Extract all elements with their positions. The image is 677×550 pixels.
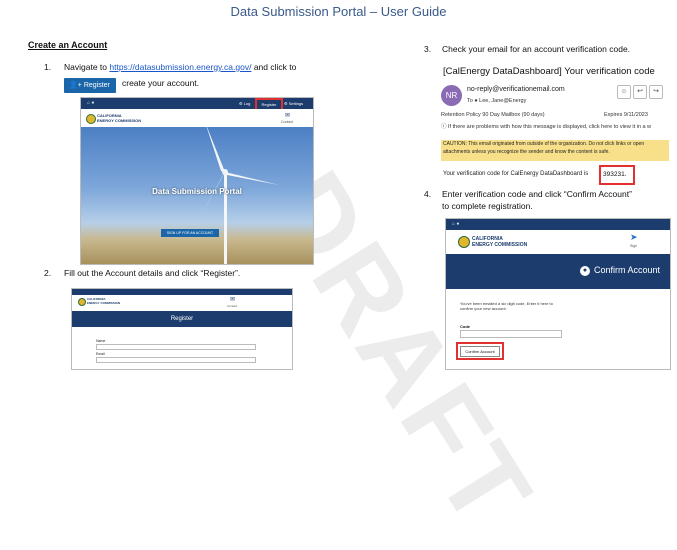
step-1-prefix: Navigate to [64, 62, 107, 72]
cec-seal-icon [458, 236, 470, 248]
register-form-screenshot: CALIFORNIA ENERGY COMMISSION ✉ Contact R… [71, 288, 293, 370]
cec-seal-icon [86, 114, 96, 124]
step-4-number: 4. [424, 189, 432, 199]
caution-line-2: attachments unless you recognize the sen… [443, 149, 610, 155]
register-button-image: 👤+ Register [64, 78, 116, 93]
caution-line-1: CAUTION: This email originated from outs… [443, 141, 645, 147]
nav-settings: ⚙ Settings [284, 101, 304, 106]
code-prefix: Your verification code for CalEnergy Dat… [443, 171, 589, 177]
step-4-text-line-1: Enter verification code and click “Confi… [442, 189, 632, 199]
code-label: Code [460, 324, 470, 329]
step-2-text: Fill out the Account details and click “… [64, 268, 241, 278]
email-subject: [CalEnergy DataDashboard] Your verificat… [443, 66, 655, 77]
hero-title: Data Submission Portal [152, 187, 242, 196]
top-nav-bar: ⌂ ● ⚙ Log Register ⚙ Settings [81, 98, 313, 111]
nav-register: Register [261, 102, 277, 107]
cec-seal-icon [78, 298, 86, 306]
verification-code-line: Your verification code for CalEnergy Dat… [443, 171, 588, 177]
name-field [96, 344, 256, 350]
nav-login: ⚙ Log [239, 101, 251, 106]
home-icon: ⌂ ● [452, 221, 460, 227]
contact-icon: ✉ [230, 297, 236, 303]
signup-button: SIGN UP FOR AN ACCOUNT [161, 229, 219, 237]
step-4-text-line-2: to complete registration. [442, 201, 533, 211]
email-to: To ● Lee, Jane@Energy [467, 98, 527, 104]
confirm-account-header: Confirm Account [594, 265, 661, 275]
step-1-continuation: create your account. [122, 78, 200, 88]
code-highlight: 393231. [599, 165, 635, 185]
step-1-suffix: and click to [253, 62, 297, 72]
code-sent-line-2: confirm your new account. [460, 306, 507, 311]
display-problem-notice: ⓘ If there are problems with how this me… [441, 124, 652, 130]
step-3-text: Check your email for an account verifica… [442, 44, 631, 54]
register-button-label: Register [83, 82, 110, 89]
top-nav-bar [72, 289, 292, 295]
expires-date: Expires 9/11/2023 [604, 112, 648, 118]
user-icon: ● [580, 266, 590, 276]
step-3-number: 3. [424, 44, 432, 54]
section-heading: Create an Account [28, 40, 108, 50]
confirm-header-band: ● Confirm Account [446, 254, 670, 289]
contact-icon: ✉ [285, 113, 291, 119]
logo-line-2: ENERGY COMMISSION [87, 300, 121, 305]
verification-code: 393231. [603, 171, 627, 178]
code-input [460, 330, 562, 338]
cec-logo-text: CALIFORNIA ENERGY COMMISSION [97, 113, 142, 123]
reaction-icon: ☺ [617, 85, 631, 99]
cec-logo-text: CALIFORNIA ENERGY COMMISSION [87, 297, 121, 305]
email-from: no-reply@verificationemail.com [467, 86, 565, 93]
code-sent-message: You've been emailed a six digit code. En… [460, 301, 553, 311]
top-nav-bar: ⌂ ● [446, 219, 670, 230]
portal-homepage-screenshot: ⌂ ● ⚙ Log Register ⚙ Settings CALIFORNIA… [80, 97, 314, 265]
name-label: Name [96, 339, 106, 343]
sender-avatar: NR [441, 85, 462, 106]
step-2-number: 2. [44, 268, 52, 278]
cec-logo-text: CALIFORNIA ENERGY COMMISSION [472, 236, 528, 248]
confirm-account-button: Confirm Account [460, 346, 500, 357]
email-field [96, 357, 256, 363]
email-label: Email [96, 352, 105, 356]
caution-banner: CAUTION: This email originated from outs… [441, 140, 669, 161]
reply-icon: ↩ [633, 85, 647, 99]
add-user-icon: 👤+ [69, 82, 82, 89]
reply-all-icon: ↪ [649, 85, 663, 99]
contact-label: Contact [227, 304, 238, 308]
step-1-number: 1. [44, 62, 52, 72]
contact-label: Contact [281, 120, 294, 124]
portal-header: CALIFORNIA ENERGY COMMISSION ✉ Contact [81, 109, 313, 127]
nav-label: Sign [630, 244, 638, 248]
step-1-text: Navigate to https://datasubmission.energ… [64, 62, 296, 73]
logo-line-2: ENERGY COMMISSION [97, 117, 142, 123]
portal-link[interactable]: https://datasubmission.energy.ca.gov/ [109, 62, 251, 72]
page-title: Data Submission Portal – User Guide [230, 4, 447, 19]
send-icon: ➤ [630, 232, 638, 242]
home-icon: ⌂ ● [87, 100, 95, 106]
retention-policy: Retention Policy 90 Day Mailbox (90 days… [441, 112, 545, 118]
register-header: Register [72, 311, 292, 327]
confirm-account-screenshot: ⌂ ● CALIFORNIA ENERGY COMMISSION ➤ Sign … [445, 218, 671, 370]
logo-line-2: ENERGY COMMISSION [472, 241, 528, 248]
hero-image: Data Submission Portal SIGN UP FOR AN AC… [81, 127, 313, 264]
